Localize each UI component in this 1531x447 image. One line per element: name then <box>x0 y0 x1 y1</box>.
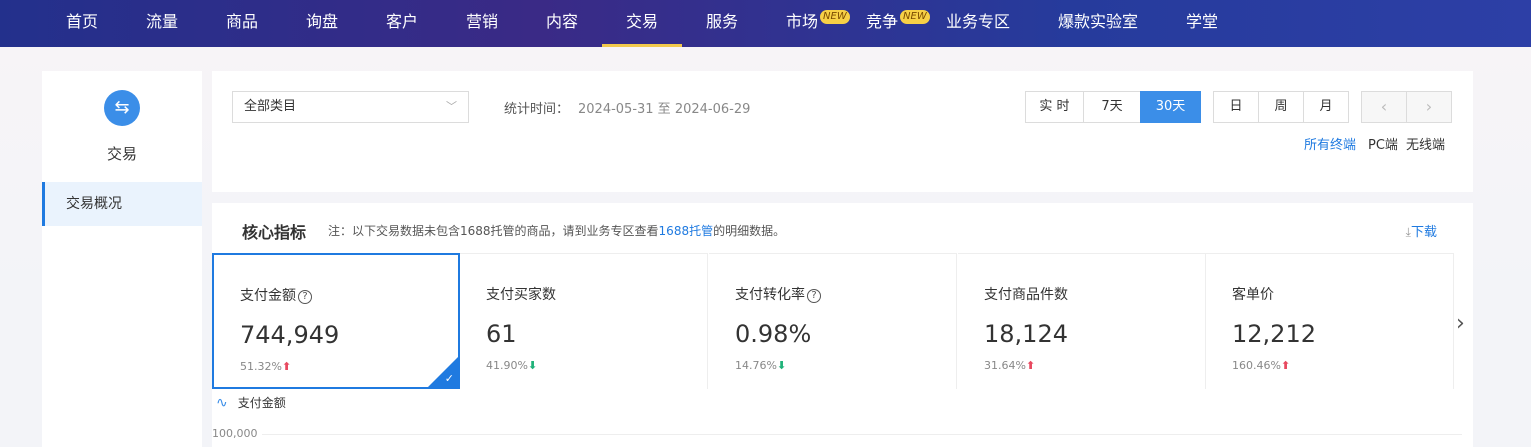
nav-label: 商品 <box>226 12 259 31</box>
metric-change: 51.32%⬆ <box>240 360 292 373</box>
metric-label: 支付金额? <box>240 285 312 305</box>
y-axis-tick: 100,000 <box>212 427 258 440</box>
stat-time-label: 统计时间： <box>504 102 570 117</box>
nav-item-content[interactable]: 内容 <box>546 0 578 47</box>
line-wave-icon: ∿ <box>216 395 228 411</box>
metrics-note: 注：以下交易数据未包含1688托管的商品，请到业务专区查看1688托管的明细数据… <box>328 222 785 239</box>
download-label: 下载 <box>1410 225 1437 240</box>
metric-value: 12,212 <box>1232 320 1316 348</box>
filter-panel: 全部类目 ﹀ 统计时间： 2024-05-31 至 2024-06-29 实 时… <box>212 71 1473 192</box>
metric-change: 31.64%⬆ <box>984 359 1036 372</box>
nav-item-business-zone[interactable]: 业务专区 <box>946 0 1010 47</box>
check-icon: ✓ <box>444 372 454 385</box>
metrics-title: 核心指标 <box>242 223 307 242</box>
note-text: 注：以下交易数据未包含1688托管的商品，请到业务专区查看 <box>328 224 659 238</box>
note-link[interactable]: 1688托管 <box>659 224 714 238</box>
granularity-button-month[interactable]: 月 <box>1303 91 1349 123</box>
metric-change: 14.76%⬇ <box>735 359 787 372</box>
nav-label: 市场 <box>786 12 819 31</box>
metric-label: 客单价 <box>1232 287 1274 303</box>
nav-label: 业务专区 <box>946 12 1011 31</box>
category-select-value: 全部类目 <box>244 99 297 114</box>
next-period-button[interactable]: › <box>1406 91 1452 123</box>
terminal-all[interactable]: 所有终端 <box>1304 134 1356 153</box>
download-button[interactable]: ⤓下载 <box>1406 221 1437 240</box>
nav-item-trade[interactable]: 交易 <box>602 0 682 47</box>
terminal-mobile[interactable]: 无线端 <box>1406 134 1445 153</box>
metric-label: 支付买家数 <box>486 287 556 303</box>
metric-change: 160.46%⬆ <box>1232 359 1291 372</box>
period-button-30days[interactable]: 30天 <box>1140 91 1201 123</box>
metric-value: 744,949 <box>240 321 340 349</box>
metric-change: 41.90%⬇ <box>486 359 538 372</box>
metric-label: 支付商品件数 <box>984 287 1068 303</box>
sidebar-item-trade-overview[interactable]: 交易概况 <box>42 182 202 226</box>
nav-label: 客户 <box>386 12 419 31</box>
terminal-pc[interactable]: PC端 <box>1368 134 1398 153</box>
nav-item-competition[interactable]: 竞争 NEW <box>866 0 930 47</box>
nav-label: 服务 <box>706 12 739 31</box>
sidebar-title: 交易 <box>106 145 137 163</box>
category-select[interactable]: 全部类目 ﹀ <box>232 91 469 123</box>
metric-value: 61 <box>486 320 517 348</box>
granularity-button-week[interactable]: 周 <box>1258 91 1304 123</box>
sidebar-item-label: 交易概况 <box>66 196 122 212</box>
legend-label: 支付金额 <box>237 396 286 410</box>
new-badge: NEW <box>900 10 930 24</box>
help-icon[interactable]: ? <box>807 289 821 303</box>
period-button-7days[interactable]: 7天 <box>1083 91 1141 123</box>
arrow-down-icon: ⬇ <box>776 359 787 372</box>
chart-legend[interactable]: ∿ 支付金额 <box>216 394 286 411</box>
metric-value: 18,124 <box>984 320 1068 348</box>
metric-card-avg-order-value[interactable]: 客单价 12,212 160.46%⬆ <box>1206 253 1454 389</box>
nav-label: 交易 <box>625 12 658 31</box>
chart-gridline <box>262 434 1462 435</box>
stat-time-range: 2024-05-31 至 2024-06-29 <box>578 102 751 117</box>
arrow-up-icon: ⬆ <box>1280 359 1291 372</box>
new-badge: NEW <box>820 10 850 24</box>
nav-item-traffic[interactable]: 流量 <box>146 0 178 47</box>
arrow-down-icon: ⬇ <box>527 359 538 372</box>
help-icon[interactable]: ? <box>298 290 312 304</box>
nav-label: 流量 <box>146 12 179 31</box>
prev-period-button[interactable]: ‹ <box>1361 91 1407 123</box>
nav-label: 学堂 <box>1186 12 1219 31</box>
nav-label: 爆款实验室 <box>1058 12 1139 31</box>
granularity-button-day[interactable]: 日 <box>1213 91 1259 123</box>
nav-label: 询盘 <box>306 12 339 31</box>
chevron-down-icon: ﹀ <box>446 100 457 113</box>
top-navigation: 首页 流量 商品 询盘 客户 营销 内容 交易 服务 市场 NEW 竞争 NEW 业… <box>0 0 1531 47</box>
nav-item-marketing[interactable]: 营销 <box>466 0 498 47</box>
nav-label: 首页 <box>66 12 99 31</box>
metric-label: 支付转化率? <box>735 284 821 304</box>
nav-label: 营销 <box>466 12 499 31</box>
nav-item-market[interactable]: 市场 NEW <box>786 0 850 47</box>
metric-card-buyers[interactable]: 支付买家数 61 41.90%⬇ <box>460 253 708 389</box>
metric-value: 0.98% <box>735 320 812 348</box>
nav-item-products[interactable]: 商品 <box>226 0 258 47</box>
note-text: 的明细数据。 <box>713 224 786 238</box>
nav-item-hit-lab[interactable]: 爆款实验室 <box>1058 0 1138 47</box>
nav-label: 竞争 <box>866 12 899 31</box>
core-metrics-panel: 核心指标 注：以下交易数据未包含1688托管的商品，请到业务专区查看1688托管… <box>212 203 1473 447</box>
arrow-up-icon: ⬆ <box>281 360 292 373</box>
chevron-right-icon[interactable]: › <box>1456 311 1465 336</box>
metric-card-item-count[interactable]: 支付商品件数 18,124 31.64%⬆ <box>958 253 1206 389</box>
nav-item-academy[interactable]: 学堂 <box>1186 0 1218 47</box>
sidebar: ⇆ 交易 交易概况 <box>42 71 202 447</box>
nav-item-service[interactable]: 服务 <box>706 0 738 47</box>
nav-item-home[interactable]: 首页 <box>66 0 98 47</box>
nav-item-customers[interactable]: 客户 <box>386 0 418 47</box>
metric-card-payment-amount[interactable]: 支付金额? 744,949 51.32%⬆ ✓ <box>212 253 460 389</box>
exchange-icon: ⇆ <box>104 90 140 126</box>
metric-card-conversion-rate[interactable]: 支付转化率? 0.98% 14.76%⬇ <box>709 253 957 389</box>
period-button-realtime[interactable]: 实 时 <box>1025 91 1084 123</box>
nav-item-inquiry[interactable]: 询盘 <box>306 0 338 47</box>
nav-label: 内容 <box>546 12 579 31</box>
arrow-up-icon: ⬆ <box>1025 359 1036 372</box>
